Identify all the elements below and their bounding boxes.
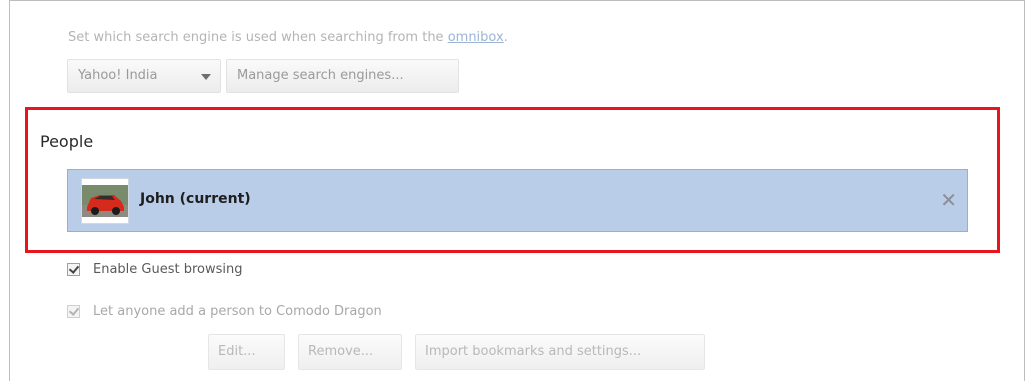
import-bookmarks-button[interactable]: Import bookmarks and settings... <box>415 334 705 370</box>
chevron-down-icon <box>201 74 211 80</box>
checkbox-checked-icon[interactable] <box>67 305 80 318</box>
search-engine-select[interactable]: Yahoo! India <box>67 59 221 93</box>
search-engine-description: Set which search engine is used when sea… <box>68 30 508 45</box>
checkbox-checked-icon[interactable] <box>67 263 80 276</box>
manage-search-engines-button[interactable]: Manage search engines... <box>226 59 459 93</box>
people-highlight-box <box>25 107 1000 253</box>
omnibox-link[interactable]: omnibox <box>448 30 504 45</box>
enable-guest-browsing-checkbox[interactable]: Enable Guest browsing <box>67 262 243 277</box>
edit-person-button[interactable]: Edit... <box>208 334 285 370</box>
remove-person-button[interactable]: Remove... <box>298 334 402 370</box>
let-anyone-add-person-checkbox[interactable]: Let anyone add a person to Comodo Dragon <box>67 304 382 319</box>
